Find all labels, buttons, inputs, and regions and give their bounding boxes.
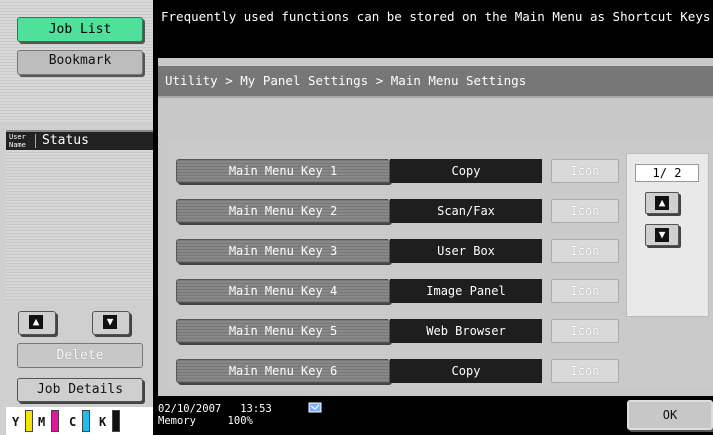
main-menu-key-row: Main Menu Key 6 Copy Icon — [176, 359, 619, 383]
main-menu-key-row: Main Menu Key 5 Web Browser Icon — [176, 319, 619, 343]
main-menu-key-3-icon-button[interactable]: Icon — [551, 239, 619, 263]
message-text: Frequently used functions can be stored … — [161, 9, 713, 24]
ok-button[interactable]: OK — [627, 400, 713, 430]
left-panel: Job List Bookmark User Name Status ▲ ▼ D… — [0, 0, 153, 435]
main-menu-key-5-value: Web Browser — [390, 319, 542, 343]
job-list-header: User Name Status — [6, 130, 153, 150]
arrow-down-icon: ▼ — [655, 228, 669, 242]
main-menu-key-3-button[interactable]: Main Menu Key 3 — [176, 239, 390, 263]
delete-button[interactable]: Delete — [17, 343, 143, 368]
bookmark-button[interactable]: Bookmark — [17, 50, 143, 75]
toner-m-label: M — [38, 415, 46, 429]
main-menu-key-4-icon-button[interactable]: Icon — [551, 279, 619, 303]
main-menu-key-6-value: Copy — [390, 359, 542, 383]
page-down-button[interactable]: ▼ — [645, 224, 679, 246]
main-menu-key-4-value: Image Panel — [390, 279, 542, 303]
scroll-up-button[interactable]: ▲ — [18, 311, 56, 335]
time-text: 13:53 — [240, 403, 272, 415]
main-menu-key-3-value: User Box — [390, 239, 542, 263]
arrow-up-icon: ▲ — [29, 315, 43, 329]
main-menu-key-5-icon-button[interactable]: Icon — [551, 319, 619, 343]
date-time: 02/10/2007 13:53 — [158, 404, 272, 415]
toner-y-label: Y — [12, 415, 20, 429]
main-menu-key-1-icon-button[interactable]: Icon — [551, 159, 619, 183]
page-up-button[interactable]: ▲ — [645, 192, 679, 214]
page-navigator: 1/ 2 ▲ ▼ — [626, 153, 709, 317]
toner-c-label: C — [69, 415, 77, 429]
toner-levels: Y M C K — [6, 407, 153, 435]
user-name-header: User Name — [9, 133, 26, 149]
main-menu-key-6-button[interactable]: Main Menu Key 6 — [176, 359, 390, 383]
screen: Job List Bookmark User Name Status ▲ ▼ D… — [0, 0, 713, 435]
main-menu-key-2-icon-button[interactable]: Icon — [551, 199, 619, 223]
toner-y-bar — [25, 410, 33, 432]
page-indicator: 1/ 2 — [635, 164, 699, 182]
network-icon — [308, 402, 322, 413]
status-header: Status — [42, 133, 89, 148]
toner-m-bar — [51, 410, 59, 432]
scroll-down-button[interactable]: ▼ — [92, 311, 130, 335]
main-menu-key-2-button[interactable]: Main Menu Key 2 — [176, 199, 390, 223]
memory-label: Memory — [158, 415, 196, 427]
main-menu-key-1-value: Copy — [390, 159, 542, 183]
status-bar: 02/10/2007 13:53 Memory 100% OK — [153, 398, 713, 435]
job-details-button[interactable]: Job Details — [17, 378, 143, 402]
message-bar: Frequently used functions can be stored … — [153, 0, 713, 55]
main-menu-key-row: Main Menu Key 2 Scan/Fax Icon — [176, 199, 619, 223]
main-menu-key-1-button[interactable]: Main Menu Key 1 — [176, 159, 390, 183]
main-menu-key-4-button[interactable]: Main Menu Key 4 — [176, 279, 390, 303]
main-menu-key-2-value: Scan/Fax — [390, 199, 542, 223]
main-menu-key-row: Main Menu Key 3 User Box Icon — [176, 239, 619, 263]
main-menu-key-row: Main Menu Key 4 Image Panel Icon — [176, 279, 619, 303]
main-menu-key-row: Main Menu Key 1 Copy Icon — [176, 159, 619, 183]
job-list-button[interactable]: Job List — [17, 17, 143, 42]
memory-value: 100% — [227, 415, 253, 427]
toner-k-label: K — [99, 415, 107, 429]
toner-k-bar — [112, 410, 120, 432]
main-panel: Utility > My Panel Settings > Main Menu … — [158, 58, 713, 396]
main-menu-key-5-button[interactable]: Main Menu Key 5 — [176, 319, 390, 343]
breadcrumb: Utility > My Panel Settings > Main Menu … — [158, 66, 713, 98]
header-separator — [35, 134, 36, 148]
arrow-down-icon: ▼ — [103, 315, 117, 329]
breadcrumb-text: Utility > My Panel Settings > Main Menu … — [165, 73, 527, 88]
main-menu-key-6-icon-button[interactable]: Icon — [551, 359, 619, 383]
toner-c-bar — [82, 410, 90, 432]
job-list-area[interactable] — [6, 150, 153, 300]
memory-status: Memory 100% — [158, 416, 253, 427]
date-text: 02/10/2007 — [158, 403, 222, 415]
arrow-up-icon: ▲ — [655, 196, 669, 210]
